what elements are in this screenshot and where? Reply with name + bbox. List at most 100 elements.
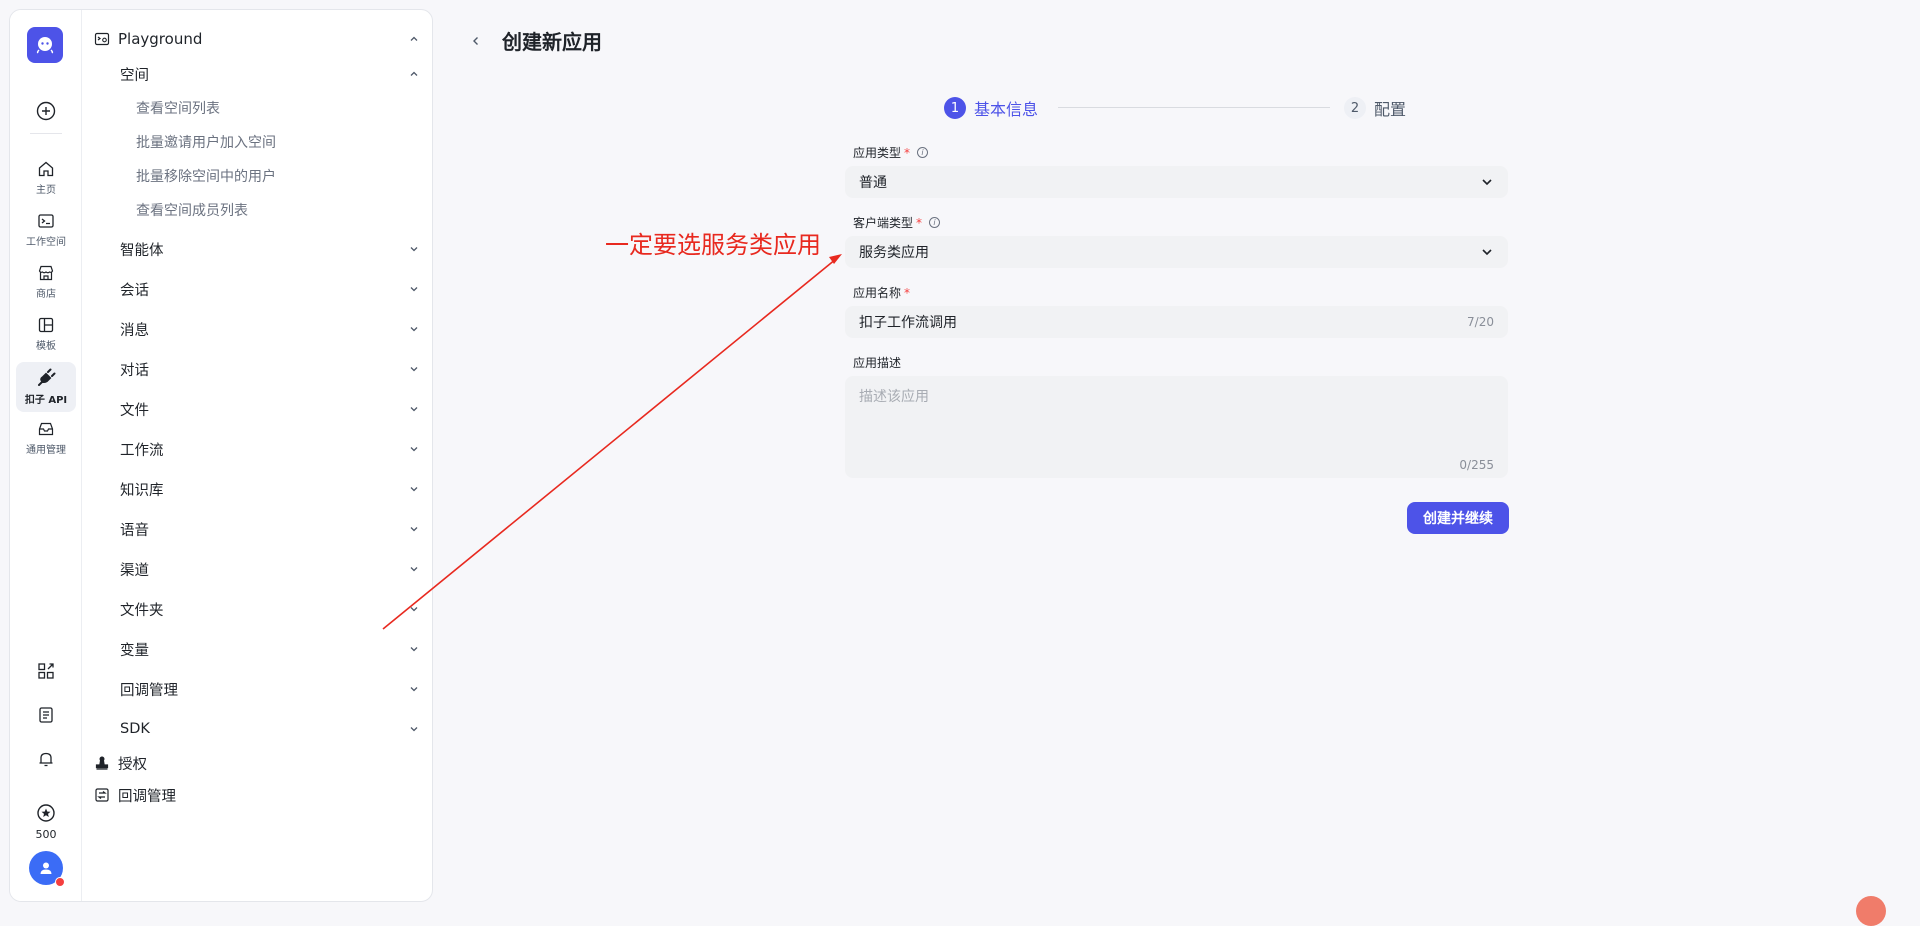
nav-group[interactable]: 渠道 [120,558,420,580]
client-type-label: 客户端类型 * i [853,214,941,231]
required-mark: * [904,145,911,160]
chevron-left-icon [473,36,478,45]
credits-count: 500 [35,828,57,841]
nav-item-label: 回调管理 [118,788,176,805]
app-description-label: 应用描述 [853,354,901,371]
nav-group[interactable]: SDK [120,718,420,740]
nav-group[interactable]: 工作流 [120,438,420,460]
step-config[interactable]: 2 配置 [1344,96,1406,120]
chevron-down-icon [410,567,418,572]
chevron-down-icon [410,527,418,532]
nav-group[interactable]: 文件夹 [120,598,420,620]
chevron-down-icon [410,327,418,332]
rail-item-home[interactable]: 主页 [16,154,76,202]
coze-logo[interactable] [27,27,63,63]
nav-sub-item[interactable]: 查看空间列表 [136,98,220,118]
nav-sub-item[interactable]: 查看空间成员列表 [136,200,248,220]
info-icon[interactable]: i [917,147,929,158]
info-icon[interactable]: i [929,217,941,228]
rail-item-store[interactable]: 商店 [16,258,76,306]
rail-item-template[interactable]: 模板 [16,310,76,358]
char-counter: 7/20 [1467,315,1494,329]
docs-icon[interactable] [34,703,58,727]
create-and-continue-button[interactable]: 创建并继续 [1407,502,1509,534]
app-name-label: 应用名称 * [853,284,910,301]
api-nav: Playground 空间 查看空间列表 批量邀请用户加入空间 批量移除空间中的… [82,10,432,901]
chevron-down-icon [410,607,418,612]
back-button[interactable] [466,31,486,51]
template-icon [38,317,54,333]
nav-group-label: SDK [120,721,150,737]
rail-item-label: 工作空间 [26,237,66,248]
required-mark: * [904,285,911,300]
rail-item-label: 扣子 API [24,395,68,406]
nav-group[interactable]: 消息 [120,318,420,340]
apps-grid-icon[interactable] [34,659,58,683]
chevron-down-icon [410,247,418,252]
rail-item-general-management[interactable]: 通用管理 [16,414,76,462]
nav-item-callback-management[interactable]: 回调管理 [94,784,176,806]
notification-badge [55,877,65,887]
floating-assistant-button[interactable] [1856,896,1886,926]
star-coin-icon[interactable] [34,801,58,825]
chevron-down-icon [1482,249,1492,256]
app-name-input[interactable]: 扣子工作流调用 7/20 [845,306,1508,338]
nav-item-label: 授权 [118,756,147,773]
nav-group[interactable]: 文件 [120,398,420,420]
nav-group[interactable]: 语音 [120,518,420,540]
playground-icon [94,32,110,46]
step-basic-info[interactable]: 1 基本信息 [944,96,1038,120]
home-icon [38,161,54,177]
chevron-down-icon [410,407,418,412]
nav-group[interactable]: 变量 [120,638,420,660]
page-title: 创建新应用 [502,30,602,54]
nav-group-label: 空间 [120,67,149,84]
nav-sub-item[interactable]: 批量移除空间中的用户 [136,166,276,186]
nav-group[interactable]: 对话 [120,358,420,380]
client-type-select[interactable]: 服务类应用 [845,236,1508,268]
nav-group-label: 文件 [120,402,149,419]
field-label-text: 应用类型 [853,146,902,160]
nav-group[interactable]: 回调管理 [120,678,420,700]
app-description-textarea[interactable]: 描述该应用 0/255 [845,376,1508,478]
rail-item-label: 通用管理 [26,445,66,456]
nav-header-label: Playground [118,30,203,48]
rail-item-workspace[interactable]: 工作空间 [16,206,76,254]
chevron-up-icon [410,71,418,76]
field-label-text: 应用名称 [853,286,902,300]
required-mark: * [916,215,923,230]
chevron-down-icon [410,367,418,372]
icon-rail: 主页 工作空间 商店 模板 扣子 API 通用管理 500 [10,10,82,901]
nav-group-label: 知识库 [120,482,164,499]
bell-icon[interactable] [34,747,58,771]
callback-icon [95,788,109,802]
nav-sub-item[interactable]: 批量邀请用户加入空间 [136,132,276,152]
nav-group[interactable]: 知识库 [120,478,420,500]
rail-item-coze-api[interactable]: 扣子 API [16,362,76,412]
inbox-icon [38,422,54,436]
field-label-text: 客户端类型 [853,216,914,230]
nav-group-space[interactable]: 空间 [120,63,420,85]
select-value: 服务类应用 [859,245,929,261]
chevron-down-icon [410,727,418,732]
nav-group[interactable]: 智能体 [120,238,420,260]
create-icon[interactable] [34,99,58,123]
annotation-text: 一定要选服务类应用 [605,231,821,259]
nav-group-label: 工作流 [120,442,164,459]
store-icon [38,265,54,281]
stamp-icon [95,756,109,770]
nav-group-label: 渠道 [120,562,149,579]
nav-header-playground[interactable]: Playground [94,28,420,50]
chevron-down-icon [410,647,418,652]
chevron-down-icon [410,447,418,452]
nav-group-label: 会话 [120,282,149,299]
logo-icon [36,37,54,54]
app-type-select[interactable]: 普通 [845,166,1508,198]
nav-group[interactable]: 会话 [120,278,420,300]
rail-divider [30,133,62,134]
stepper: 1 基本信息 2 配置 [944,96,1410,120]
rail-item-label: 模板 [36,341,56,352]
avatar[interactable] [29,851,65,887]
nav-item-authorization[interactable]: 授权 [94,752,147,774]
step-number: 1 [944,97,966,119]
